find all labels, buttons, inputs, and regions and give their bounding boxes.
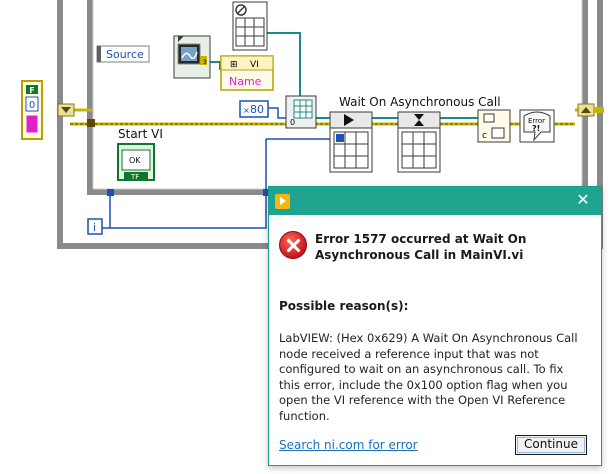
error-wire-out xyxy=(594,107,604,113)
name-property-label: Name xyxy=(229,75,262,88)
option-constant[interactable]: × 80 xyxy=(239,100,269,118)
option-label: 0 xyxy=(290,118,295,127)
error-title: Error 1577 occurred at Wait On Asynchron… xyxy=(315,231,585,263)
error-title-line-2: Asynchronous Call in MainVI.vi xyxy=(315,248,524,262)
reason-line: this error, include the 0x100 option fla… xyxy=(279,377,568,392)
reason-line: node received a reference input that was… xyxy=(279,346,539,361)
ok-button-label: OK xyxy=(129,156,141,165)
right-shift-register xyxy=(577,103,595,117)
svg-text:3: 3 xyxy=(203,59,207,66)
cluster-constant-top xyxy=(232,1,268,51)
wait-on-async-label: Wait On Asynchronous Call xyxy=(339,95,501,109)
wait-async-call-node xyxy=(397,111,441,173)
start-vi-boolean[interactable]: OK TF xyxy=(117,143,155,181)
loop-iteration-terminal: i xyxy=(87,218,103,235)
continue-button[interactable]: Continue xyxy=(515,435,587,455)
error-title-line-1: Error 1577 occurred at Wait On xyxy=(315,232,527,246)
blue-tunnel xyxy=(107,189,114,196)
close-icon[interactable]: ✕ xyxy=(573,190,593,210)
error-tunnel xyxy=(87,119,95,127)
svg-text:i: i xyxy=(93,221,96,234)
left-shift-register xyxy=(57,103,75,117)
reason-line: LabVIEW: (Hex 0x629) A Wait On Asynchron… xyxy=(279,331,578,345)
numeric-value: 0 xyxy=(29,100,35,111)
open-vi-reference-node: 0 xyxy=(285,95,317,129)
close-reference-node: c xyxy=(477,109,511,143)
svg-text:80: 80 xyxy=(250,103,264,116)
bool-constant-label: F xyxy=(29,86,34,95)
dialog-titlebar: ✕ xyxy=(269,187,601,215)
vi-ref-label: VI xyxy=(250,60,259,70)
svg-text:×: × xyxy=(243,106,250,115)
search-ni-link[interactable]: Search ni.com for error xyxy=(279,438,418,452)
error-dialog: ✕ Error 1577 occurred at Wait On Asynchr… xyxy=(268,186,602,466)
possible-reasons-heading: Possible reason(s): xyxy=(279,299,409,313)
svg-text:⊞: ⊞ xyxy=(230,60,238,70)
error-handler-node: Error ?! xyxy=(519,109,555,143)
error-x-icon xyxy=(279,231,307,259)
reason-line: open the VI reference with the Open VI R… xyxy=(279,393,566,408)
static-vi-reference-icon: 3 xyxy=(173,35,211,79)
labview-app-icon xyxy=(275,194,290,209)
cluster-control[interactable]: F 0 xyxy=(21,80,43,140)
tf-label: TF xyxy=(130,173,139,181)
start-vi-label: Start VI xyxy=(118,127,163,141)
reason-line: function. xyxy=(279,408,330,423)
reason-text: LabVIEW: (Hex 0x629) A Wait On Asynchron… xyxy=(279,331,595,425)
svg-text:c: c xyxy=(482,131,487,141)
property-node: ⊞ VI Name xyxy=(220,55,274,91)
svg-text:Source: Source xyxy=(106,48,144,61)
source-label: Source xyxy=(96,45,150,63)
reason-line: configured to wait on an asynchronous ca… xyxy=(279,362,564,377)
error-handler-glyph-2: ?! xyxy=(532,124,540,133)
start-async-call-node xyxy=(329,111,373,173)
